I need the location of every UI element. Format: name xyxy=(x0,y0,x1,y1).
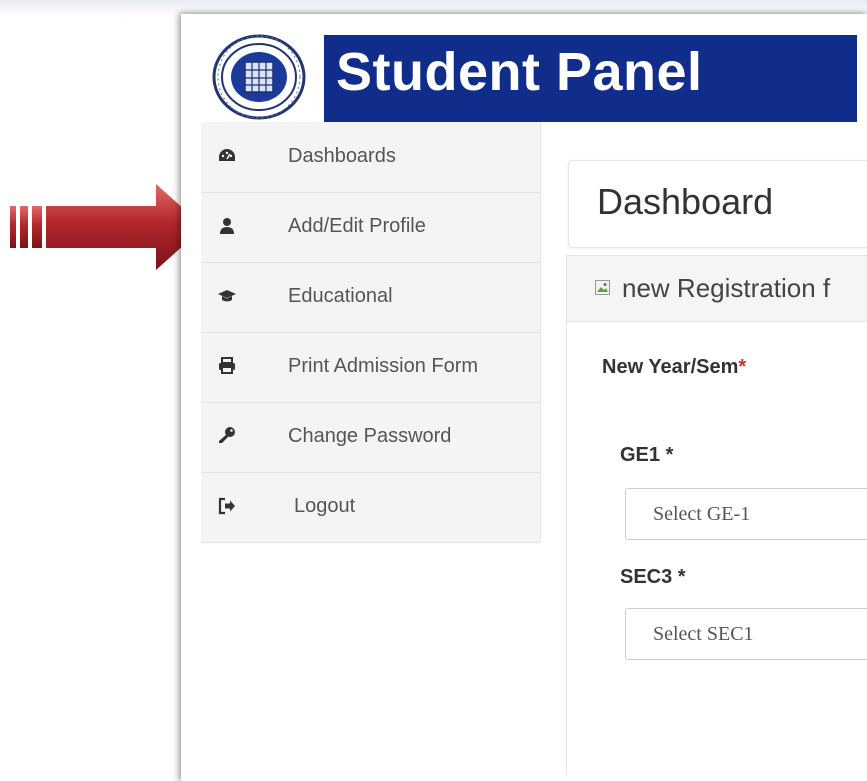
user-icon xyxy=(220,218,234,234)
red-arrow-icon xyxy=(10,184,204,270)
key-icon xyxy=(219,427,235,443)
page-title-card: Dashboard xyxy=(568,160,867,248)
sidebar-item-print-admission-form[interactable]: Print Admission Form xyxy=(201,332,540,403)
sec3-label: SEC3 * xyxy=(620,566,686,588)
header-banner: Student Panel xyxy=(324,35,857,122)
sidebar-item-label: Educational xyxy=(288,285,393,307)
app-title: Student Panel xyxy=(336,42,703,102)
sidebar-item-label: Change Password xyxy=(288,425,452,447)
ge1-select[interactable]: Select GE-1 xyxy=(625,488,867,540)
sidebar-item-educational[interactable]: Educational xyxy=(201,262,540,333)
printer-icon xyxy=(219,357,235,374)
sidebar-item-dashboards[interactable]: Dashboards xyxy=(201,122,540,193)
sec3-select[interactable]: Select SEC1 xyxy=(625,608,867,660)
sidebar-item-label: Print Admission Form xyxy=(288,355,479,377)
university-seal-logo xyxy=(212,34,306,120)
page-title: Dashboard xyxy=(597,181,774,222)
registration-panel-title: new Registration f xyxy=(622,273,831,303)
required-asterisk: * xyxy=(738,356,747,378)
broken-image-icon xyxy=(595,280,610,295)
graduation-cap-icon xyxy=(218,290,236,302)
sign-out-icon xyxy=(218,497,235,515)
sidebar-item-label: Add/Edit Profile xyxy=(288,215,426,237)
ge1-select-placeholder: Select GE-1 xyxy=(653,503,751,525)
sidebar: Dashboards Add/Edit Profile Educational … xyxy=(201,122,541,543)
new-year-sem-label: New Year/Sem* xyxy=(602,356,747,378)
sidebar-item-change-password[interactable]: Change Password xyxy=(201,402,540,473)
sidebar-item-add-edit-profile[interactable]: Add/Edit Profile xyxy=(201,192,540,263)
registration-panel-header: new Registration f xyxy=(567,255,867,322)
sec3-select-placeholder: Select SEC1 xyxy=(653,623,754,645)
tachometer-icon xyxy=(219,149,235,161)
ge1-label: GE1 * xyxy=(620,444,674,466)
sidebar-item-label: Dashboards xyxy=(288,145,396,167)
sidebar-item-logout[interactable]: Logout xyxy=(201,472,540,543)
sidebar-item-label: Logout xyxy=(294,495,356,517)
